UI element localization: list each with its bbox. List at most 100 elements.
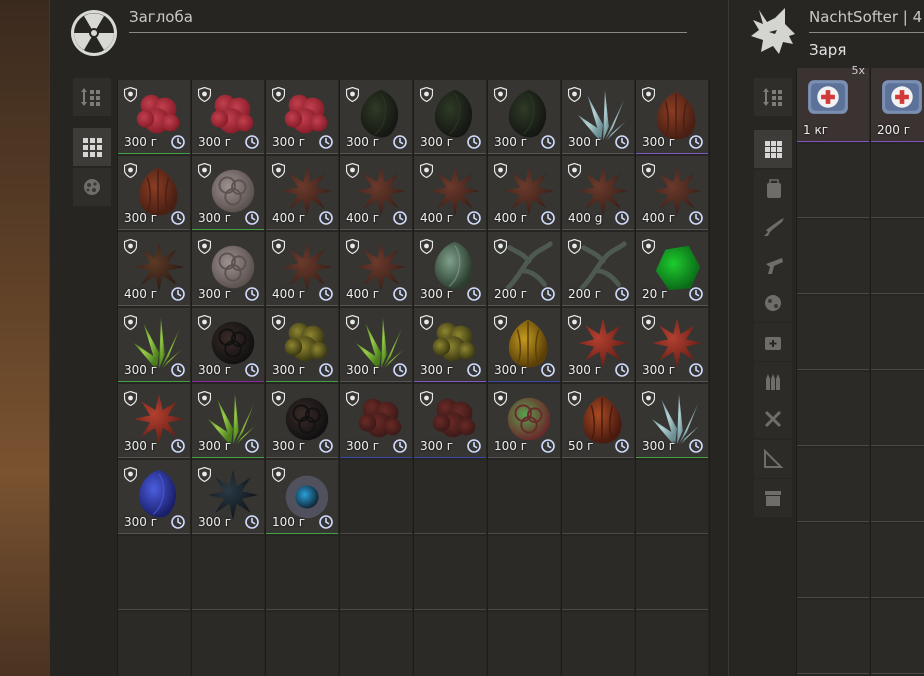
inventory-slot-empty[interactable] bbox=[488, 612, 560, 676]
inventory-slot-item[interactable]: 300 г bbox=[118, 384, 190, 458]
inventory-slot-item[interactable]: 400 г bbox=[636, 156, 708, 230]
inventory-slot-empty[interactable] bbox=[562, 536, 634, 610]
inventory-slot-item[interactable]: 300 г bbox=[340, 308, 412, 382]
inventory-slot-empty[interactable] bbox=[797, 372, 869, 446]
inventory-slot-empty[interactable] bbox=[636, 460, 708, 534]
tab-medkit[interactable] bbox=[754, 323, 792, 361]
tab-tools[interactable] bbox=[754, 400, 792, 438]
inventory-slot-item[interactable]: 300 г bbox=[118, 460, 190, 534]
inventory-slot-item[interactable]: 300 г bbox=[266, 384, 338, 458]
tab-artifacts[interactable] bbox=[73, 168, 111, 206]
inventory-slot-item[interactable]: 300 г bbox=[192, 460, 264, 534]
inventory-slot-empty[interactable] bbox=[118, 612, 190, 676]
inventory-slot-item[interactable]: 300 г bbox=[266, 80, 338, 154]
inventory-slot-empty[interactable] bbox=[414, 460, 486, 534]
sort-button[interactable] bbox=[73, 78, 111, 116]
inventory-slot-empty[interactable] bbox=[340, 612, 412, 676]
inventory-slot-item[interactable]: 300 г bbox=[340, 80, 412, 154]
inventory-slot-item[interactable]: 300 г bbox=[192, 156, 264, 230]
inventory-slot-item[interactable]: 100 г bbox=[488, 384, 560, 458]
inventory-slot-empty[interactable] bbox=[871, 296, 924, 370]
inventory-slot-empty[interactable] bbox=[636, 536, 708, 610]
tab-all-items[interactable] bbox=[73, 128, 111, 166]
inventory-slot-item[interactable]: 300 г bbox=[414, 384, 486, 458]
inventory-slot-empty[interactable] bbox=[266, 612, 338, 676]
inventory-slot-item[interactable]: 300 г bbox=[266, 308, 338, 382]
inventory-slot-item[interactable]: 50 г bbox=[562, 384, 634, 458]
inventory-slot-item[interactable]: 300 г bbox=[414, 308, 486, 382]
grid-divider bbox=[709, 80, 710, 676]
inventory-slot-item[interactable]: 200 г bbox=[871, 68, 924, 142]
inventory-slot-item[interactable]: 400 г bbox=[118, 232, 190, 306]
inventory-slot-item[interactable]: 300 г bbox=[636, 308, 708, 382]
tab-backpack[interactable] bbox=[754, 170, 792, 208]
inventory-slot-empty[interactable] bbox=[797, 296, 869, 370]
inventory-slot-item[interactable]: 300 г bbox=[414, 232, 486, 306]
inventory-slot-item[interactable]: 300 г bbox=[340, 384, 412, 458]
inventory-slot-empty[interactable] bbox=[488, 536, 560, 610]
inventory-slot-empty[interactable] bbox=[797, 220, 869, 294]
inventory-slot-empty[interactable] bbox=[797, 448, 869, 522]
inventory-slot-empty[interactable] bbox=[871, 448, 924, 522]
inventory-slot-item[interactable]: 300 г bbox=[192, 308, 264, 382]
inventory-slot-item[interactable]: 300 г bbox=[118, 156, 190, 230]
inventory-slot-item[interactable]: 400 г bbox=[488, 156, 560, 230]
tab-archive[interactable] bbox=[754, 479, 792, 517]
inventory-slot-empty[interactable] bbox=[414, 536, 486, 610]
tab-ammo[interactable] bbox=[754, 362, 792, 400]
inventory-slot-item[interactable]: 300 г bbox=[192, 80, 264, 154]
quality-bar bbox=[118, 305, 190, 306]
inventory-slot-empty[interactable] bbox=[797, 524, 869, 598]
tab-artifact[interactable] bbox=[754, 284, 792, 322]
inventory-slot-empty[interactable] bbox=[266, 536, 338, 610]
inventory-slot-empty[interactable] bbox=[414, 612, 486, 676]
inventory-slot-empty[interactable] bbox=[871, 372, 924, 446]
inventory-slot-empty[interactable] bbox=[871, 600, 924, 674]
inventory-slot-empty[interactable] bbox=[488, 460, 560, 534]
inventory-slot-item[interactable]: 400 г bbox=[414, 156, 486, 230]
inventory-slot-empty[interactable] bbox=[192, 536, 264, 610]
inventory-slot-empty[interactable] bbox=[871, 144, 924, 218]
inventory-slot-item[interactable]: 200 г bbox=[488, 232, 560, 306]
item-weight: 300 г bbox=[198, 439, 232, 453]
inventory-slot-item[interactable]: 400 г bbox=[266, 156, 338, 230]
inventory-slot-item[interactable]: 400 g bbox=[562, 156, 634, 230]
inventory-slot-item[interactable]: 300 г bbox=[562, 80, 634, 154]
tab-grid-all[interactable] bbox=[754, 130, 792, 168]
inventory-slot-item[interactable]: 400 г bbox=[340, 156, 412, 230]
inventory-slot-item[interactable]: 300 г bbox=[488, 80, 560, 154]
tab-rifle[interactable] bbox=[754, 208, 792, 246]
inventory-slot-empty[interactable] bbox=[871, 220, 924, 294]
clock-icon bbox=[467, 211, 481, 225]
inventory-slot-item[interactable]: 300 г bbox=[192, 232, 264, 306]
inventory-slot-empty[interactable] bbox=[871, 524, 924, 598]
inventory-slot-item[interactable]: 300 г bbox=[118, 308, 190, 382]
inventory-slot-empty[interactable] bbox=[562, 460, 634, 534]
quality-bar bbox=[488, 229, 560, 230]
inventory-slot-item[interactable]: 5x 1 кг bbox=[797, 64, 869, 142]
inventory-slot-empty[interactable] bbox=[636, 612, 708, 676]
inventory-slot-item[interactable]: 400 г bbox=[266, 232, 338, 306]
inventory-slot-empty[interactable] bbox=[118, 536, 190, 610]
tab-sort[interactable] bbox=[754, 78, 792, 116]
inventory-slot-item[interactable]: 300 г bbox=[192, 384, 264, 458]
inventory-slot-empty[interactable] bbox=[797, 600, 869, 674]
inventory-slot-item[interactable]: 300 г bbox=[414, 80, 486, 154]
inventory-slot-item[interactable]: 400 г bbox=[340, 232, 412, 306]
inventory-slot-empty[interactable] bbox=[192, 612, 264, 676]
inventory-slot-empty[interactable] bbox=[340, 536, 412, 610]
inventory-slot-item[interactable]: 100 г bbox=[266, 460, 338, 534]
inventory-slot-item[interactable]: 300 г bbox=[118, 80, 190, 154]
item-weight: 200 г bbox=[494, 287, 528, 301]
tab-misc[interactable] bbox=[754, 440, 792, 478]
inventory-slot-item[interactable]: 300 г bbox=[488, 308, 560, 382]
tab-pistol[interactable] bbox=[754, 246, 792, 284]
inventory-slot-item[interactable]: 20 г bbox=[636, 232, 708, 306]
inventory-slot-empty[interactable] bbox=[562, 612, 634, 676]
inventory-slot-item[interactable]: 300 г bbox=[636, 80, 708, 154]
inventory-slot-empty[interactable] bbox=[340, 460, 412, 534]
inventory-slot-item[interactable]: 300 г bbox=[562, 308, 634, 382]
inventory-slot-item[interactable]: 300 г bbox=[636, 384, 708, 458]
inventory-slot-empty[interactable] bbox=[797, 144, 869, 218]
inventory-slot-item[interactable]: 200 г bbox=[562, 232, 634, 306]
